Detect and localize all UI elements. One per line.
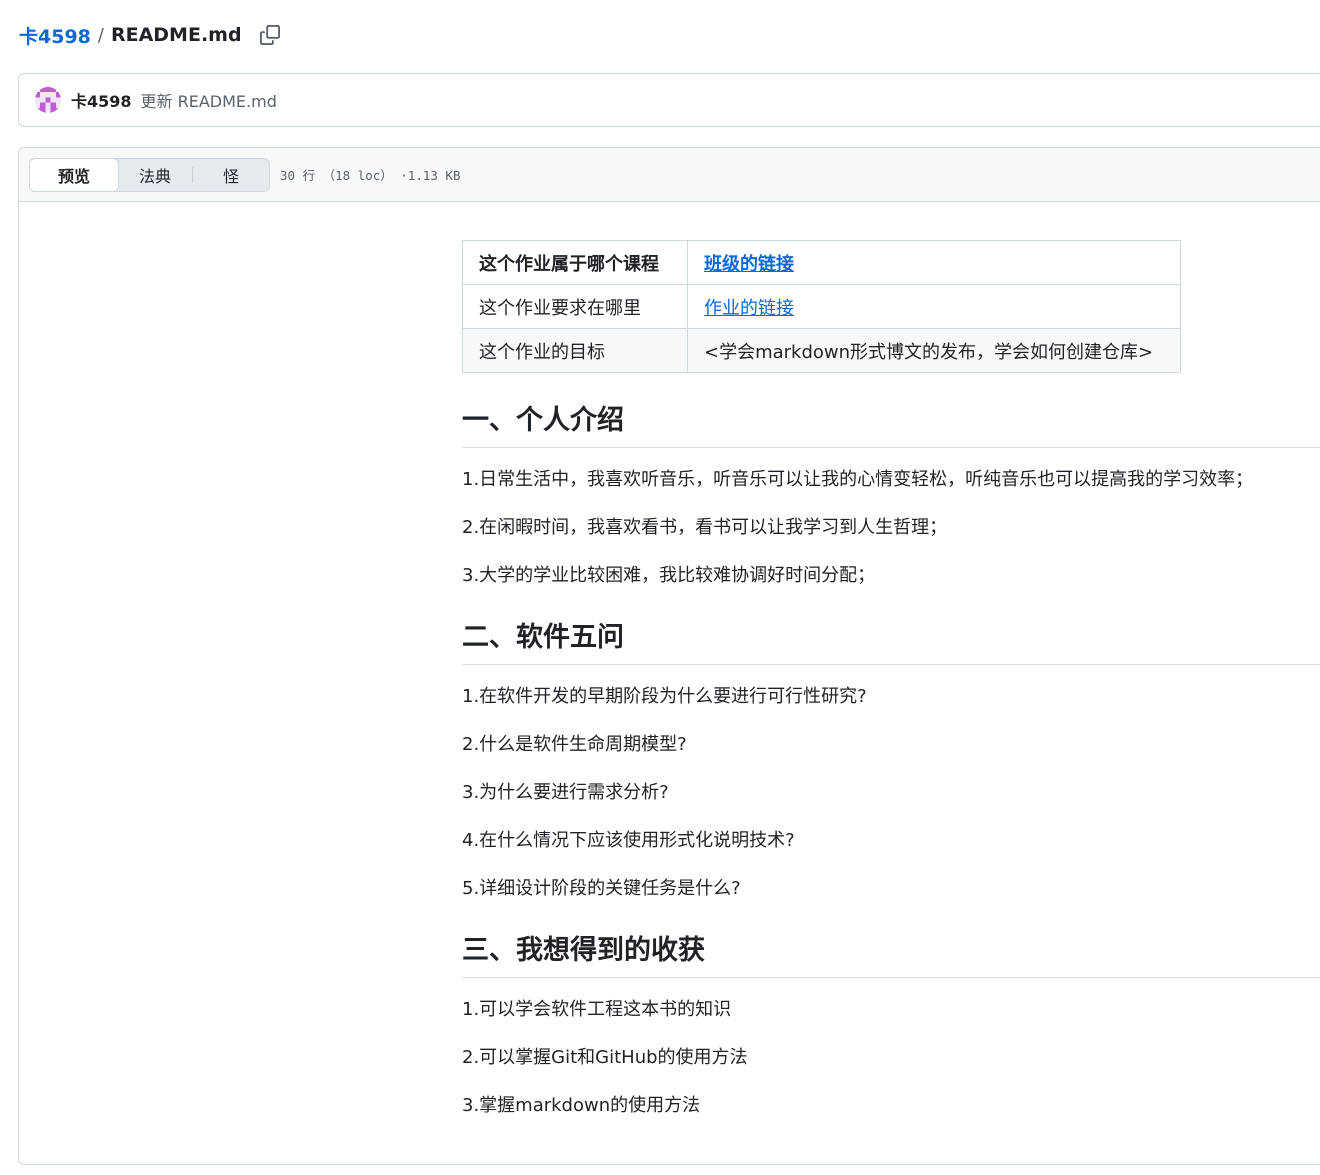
paragraph: 1.在软件开发的早期阶段为什么要进行可行性研究? (462, 686, 867, 707)
table-cell-value: 作业的链接 (687, 284, 1181, 329)
table-row: 这个作业的目标 <学会markdown形式博文的发布，学会如何创建仓库> (462, 328, 1181, 373)
commit-message[interactable]: 更新 README.md (141, 88, 277, 112)
table-cell-value: 班级的链接 (687, 240, 1181, 285)
tab-blame[interactable]: 怪 (193, 159, 269, 191)
breadcrumb-file-name: README.md (110, 24, 242, 46)
tab-code[interactable]: 法典 (118, 159, 192, 191)
paragraph: 3.掌握markdown的使用方法 (462, 1095, 701, 1116)
breadcrumb-separator: / (97, 24, 104, 46)
author-avatar[interactable] (35, 87, 61, 113)
file-header: 预览 法典 怪 30 行 （18 loc） ·1.13 KB (19, 148, 1320, 202)
section-heading: 二、软件五问 (462, 620, 1320, 665)
copy-icon (259, 25, 280, 45)
readme-content: 这个作业属于哪个课程 班级的链接 这个作业要求在哪里 作业的链接 这个作业的目标… (462, 240, 1320, 1140)
breadcrumb: 卡4598 / README.md (19, 22, 282, 48)
paragraph: 2.可以掌握Git和GitHub的使用方法 (462, 1047, 748, 1068)
section-heading: 三、我想得到的收获 (462, 933, 1320, 978)
paragraph: 1.日常生活中，我喜欢听音乐，听音乐可以让我的心情变轻松，听纯音乐也可以提高我的… (462, 469, 1254, 490)
assignment-link[interactable]: 作业的链接 (704, 298, 794, 319)
paragraph: 5.详细设计阶段的关键任务是什么? (462, 878, 741, 899)
table-cell-label: 这个作业属于哪个课程 (462, 240, 688, 285)
file-viewer: 预览 法典 怪 30 行 （18 loc） ·1.13 KB 这个作业属于哪个课… (18, 147, 1320, 1165)
table-cell-value: <学会markdown形式博文的发布，学会如何创建仓库> (687, 328, 1181, 373)
table-row: 这个作业属于哪个课程 班级的链接 (462, 240, 1181, 285)
class-link[interactable]: 班级的链接 (704, 254, 794, 275)
copy-path-button[interactable] (258, 23, 282, 47)
table-cell-label: 这个作业的目标 (462, 328, 688, 373)
table-cell-label: 这个作业要求在哪里 (462, 284, 688, 329)
paragraph: 2.什么是软件生命周期模型? (462, 734, 687, 755)
tab-preview[interactable]: 预览 (29, 157, 119, 192)
table-row: 这个作业要求在哪里 作业的链接 (462, 284, 1181, 329)
file-meta-info: 30 行 （18 loc） ·1.13 KB (280, 168, 461, 183)
view-mode-segmented-control: 预览 法典 怪 (29, 157, 270, 192)
paragraph: 1.可以学会软件工程这本书的知识 (462, 999, 732, 1020)
paragraph: 3.大学的学业比较困难，我比较难协调好时间分配； (462, 565, 876, 586)
breadcrumb-owner-link[interactable]: 卡4598 (19, 22, 91, 49)
paragraph: 4.在什么情况下应该使用形式化说明技术? (462, 830, 795, 851)
paragraph: 3.为什么要进行需求分析? (462, 782, 669, 803)
paragraph: 2.在闲暇时间，我喜欢看书，看书可以让我学习到人生哲理； (462, 517, 948, 538)
latest-commit-box: 卡4598 更新 README.md (18, 73, 1320, 127)
commit-author[interactable]: 卡4598 (71, 88, 132, 112)
section-heading: 一、个人介绍 (462, 403, 1320, 448)
identicon-avatar-icon (35, 87, 61, 113)
info-table: 这个作业属于哪个课程 班级的链接 这个作业要求在哪里 作业的链接 这个作业的目标… (462, 240, 1181, 373)
